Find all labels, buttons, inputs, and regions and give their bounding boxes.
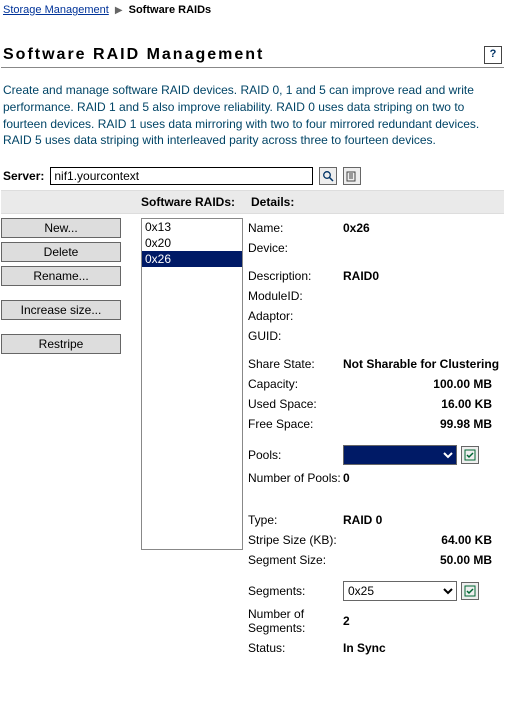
page-description: Create and manage software RAID devices.… [1,68,504,149]
detail-value-num-segments: 2 [343,614,504,628]
server-input[interactable] [50,167,313,185]
detail-label-used-space: Used Space: [248,397,343,411]
delete-button[interactable]: Delete [1,242,121,262]
breadcrumb-separator-icon: ▶ [115,5,123,16]
detail-label-share-state: Share State: [248,357,343,371]
detail-label-type: Type: [248,513,343,527]
list-item[interactable]: 0x13 [142,219,242,235]
raid-listbox[interactable]: 0x130x200x26 [141,218,243,550]
detail-value-name: 0x26 [343,221,504,235]
breadcrumb-parent-link[interactable]: Storage Management [3,4,109,16]
browse-server-icon[interactable] [319,167,337,185]
new-button[interactable]: New... [1,218,121,238]
pools-select[interactable] [343,445,457,465]
raids-column-header: Software RAIDs: [141,195,241,209]
detail-label-guid: GUID: [248,329,343,343]
detail-label-num-segments: Number of Segments: [248,607,343,635]
detail-label-pools: Pools: [248,448,343,462]
detail-label-status: Status: [248,641,343,655]
detail-value-num-pools: 0 [343,471,504,485]
detail-value-free-space: 99.98 MB [343,417,504,431]
detail-label-capacity: Capacity: [248,377,343,391]
detail-label-segment-size: Segment Size: [248,553,343,567]
increase-size-button[interactable]: Increase size... [1,300,121,320]
detail-value-capacity: 100.00 MB [343,377,504,391]
detail-value-segment-size: 50.00 MB [343,553,504,567]
details-column-header: Details: [241,195,504,209]
detail-value-stripe-size: 64.00 KB [343,533,504,547]
detail-value-type: RAID 0 [343,513,504,527]
pools-link-icon[interactable] [461,446,479,464]
detail-label-segments: Segments: [248,584,343,598]
detail-value-used-space: 16.00 KB [343,397,504,411]
list-item[interactable]: 0x20 [142,235,242,251]
detail-label-name: Name: [248,221,343,235]
page-title: Software RAID Management [3,46,264,64]
detail-label-num-pools: Number of Pools: [248,471,343,485]
help-icon[interactable]: ? [484,46,502,64]
object-history-icon[interactable] [343,167,361,185]
detail-label-adaptor: Adaptor: [248,309,343,323]
breadcrumb: Storage Management ▶ Software RAIDs [1,2,504,22]
detail-value-description: RAID0 [343,269,504,283]
detail-label-moduleid: ModuleID: [248,289,343,303]
breadcrumb-current: Software RAIDs [129,4,212,16]
restripe-button[interactable]: Restripe [1,334,121,354]
segments-select[interactable]: 0x25 [343,581,457,601]
detail-label-description: Description: [248,269,343,283]
detail-label-device: Device: [248,241,343,255]
rename-button[interactable]: Rename... [1,266,121,286]
detail-label-free-space: Free Space: [248,417,343,431]
detail-value-status: In Sync [343,641,504,655]
server-label: Server: [3,169,44,183]
detail-value-share-state: Not Sharable for Clustering [343,357,504,371]
list-item[interactable]: 0x26 [142,251,242,267]
segments-link-icon[interactable] [461,582,479,600]
detail-label-stripe-size: Stripe Size (KB): [248,533,343,547]
